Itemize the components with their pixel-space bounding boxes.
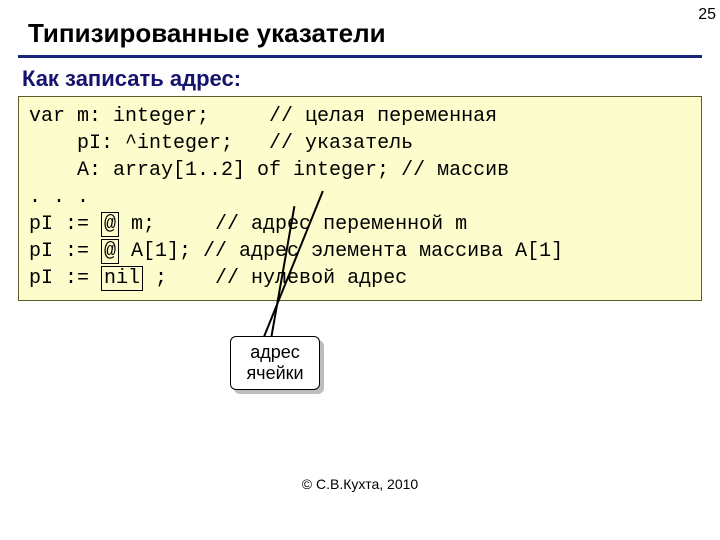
subtitle: Как записать адрес: xyxy=(0,66,720,96)
footer-copyright: © С.В.Кухта, 2010 xyxy=(0,476,720,492)
code-l2c: // указатель xyxy=(269,132,413,155)
at-symbol-2: @ xyxy=(101,239,119,264)
code-l3a: A: array[1..2] of integer; xyxy=(29,159,401,182)
callout-text: адрес ячейки xyxy=(246,342,303,383)
code-l7c: // нулевой адрес xyxy=(215,267,407,290)
callout: адрес ячейки xyxy=(230,336,320,390)
page-number: 25 xyxy=(698,6,716,24)
code-l7b: ; xyxy=(143,267,215,290)
title-rule xyxy=(18,55,702,58)
code-block: var m: integer; // целая переменная pI: … xyxy=(18,96,702,301)
callout-box: адрес ячейки xyxy=(230,336,320,390)
code-l6c: // адрес элемента массива A[1] xyxy=(203,240,563,263)
at-symbol-1: @ xyxy=(101,212,119,237)
code-block-container: var m: integer; // целая переменная pI: … xyxy=(18,96,702,301)
code-l4: . . . xyxy=(29,186,89,209)
code-l1a: var m: integer; xyxy=(29,105,269,128)
code-l5b: m; xyxy=(119,213,215,236)
code-l6b: A[1]; xyxy=(119,240,203,263)
code-l3c: // массив xyxy=(401,159,509,182)
slide-title: Типизированные указатели xyxy=(0,0,720,55)
nil-keyword: nil xyxy=(101,266,143,291)
code-l2a: pI: ^integer; xyxy=(29,132,269,155)
code-l6a: pI := xyxy=(29,240,101,263)
code-l5a: pI := xyxy=(29,213,101,236)
code-l1c: // целая переменная xyxy=(269,105,497,128)
code-l7a: pI := xyxy=(29,267,101,290)
code-l5c: // адрес переменной m xyxy=(215,213,467,236)
